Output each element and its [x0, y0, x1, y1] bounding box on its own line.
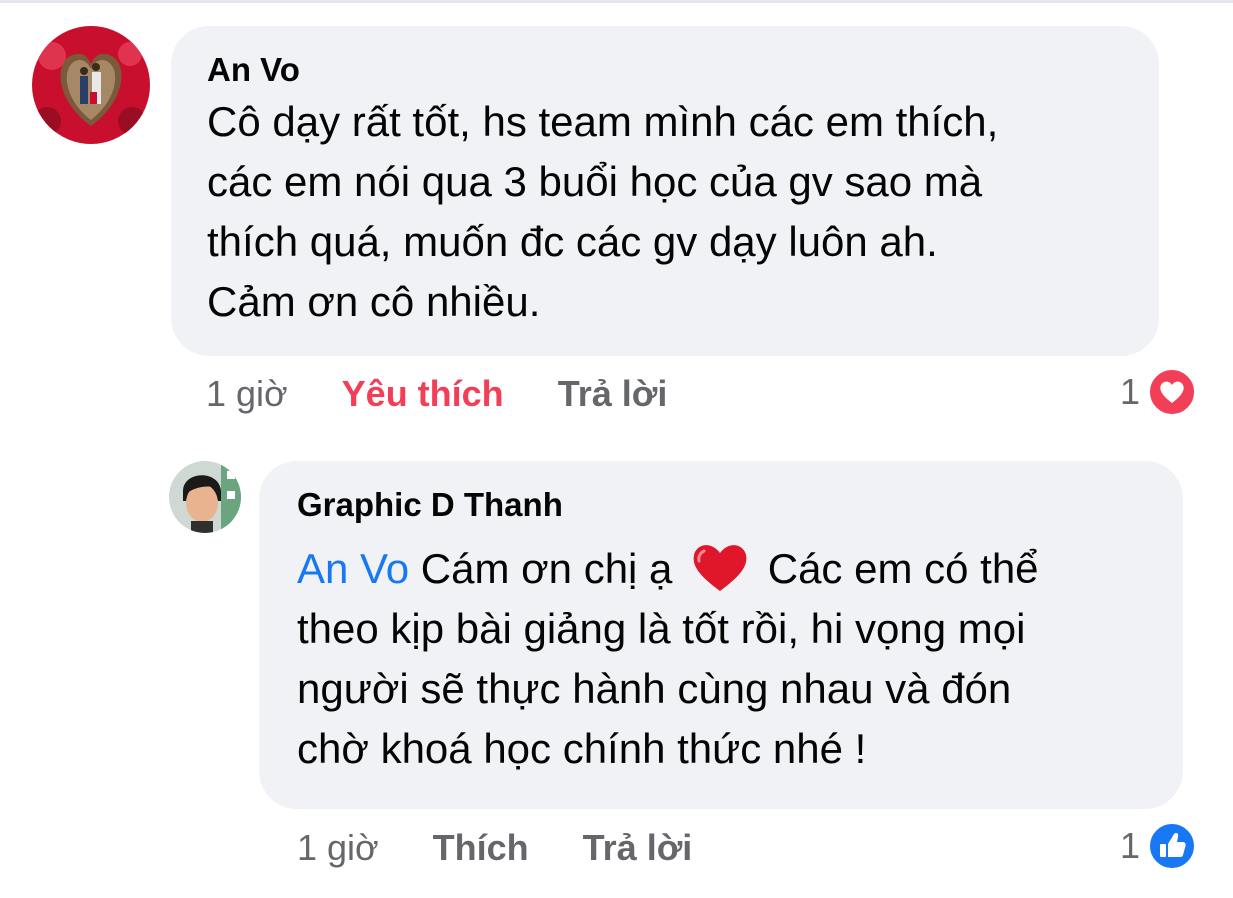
comment-line: Cảm ơn cô nhiều. — [207, 278, 541, 325]
avatar-an-vo[interactable] — [32, 26, 150, 144]
avatar-photo — [32, 26, 150, 144]
mention-link[interactable]: An Vo — [297, 545, 409, 592]
reply-text: Các em có thể — [756, 545, 1039, 592]
avatar-photo — [169, 461, 241, 533]
comment-line: các em nói qua 3 buổi học của gv sao mà — [207, 158, 983, 205]
reply-line: An Vo Cám ơn chị ạ Các em có thể — [297, 539, 1183, 599]
reaction-count: 1 — [1120, 825, 1141, 866]
comment-author[interactable]: An Vo — [207, 50, 1159, 90]
reaction-summary[interactable]: 1 — [1120, 368, 1197, 416]
love-reaction-icon — [1148, 368, 1197, 416]
reply-button[interactable]: Trả lời — [583, 827, 693, 869]
top-divider — [0, 0, 1233, 3]
comment-bubble: An Vo Cô dạy rất tốt, hs team mình các e… — [171, 26, 1159, 356]
avatar-graphic-d-thanh[interactable] — [169, 461, 241, 533]
reply-author[interactable]: Graphic D Thanh — [297, 485, 1183, 525]
reply-timestamp[interactable]: 1 giờ — [297, 827, 379, 869]
comment-line: thích quá, muốn đc các gv dạy luôn ah. — [207, 218, 938, 265]
like-reaction-icon — [1148, 822, 1197, 870]
like-button[interactable]: Yêu thích — [342, 373, 504, 415]
comment-actions: 1 giờ Yêu thích Trả lời — [206, 373, 668, 415]
reply-text: Cám ơn chị ạ — [409, 545, 685, 592]
reaction-summary[interactable]: 1 — [1120, 822, 1197, 870]
reply-line: chờ khoá học chính thức nhé ! — [297, 725, 867, 772]
reply-bubble: Graphic D Thanh An Vo Cám ơn chị ạ Các e… — [259, 461, 1183, 809]
reply-button[interactable]: Trả lời — [558, 373, 668, 415]
reply-line: theo kịp bài giảng là tốt rồi, hi vọng m… — [297, 605, 1026, 652]
red-heart-emoji-icon — [693, 545, 747, 591]
like-button[interactable]: Thích — [433, 827, 529, 869]
reply-line: người sẽ thực hành cùng nhau và đón — [297, 665, 1012, 712]
reply-actions: 1 giờ Thích Trả lời — [297, 827, 693, 869]
comment-line: Cô dạy rất tốt, hs team mình các em thíc… — [207, 98, 999, 145]
reaction-count: 1 — [1120, 371, 1141, 412]
comment-timestamp[interactable]: 1 giờ — [206, 373, 288, 415]
